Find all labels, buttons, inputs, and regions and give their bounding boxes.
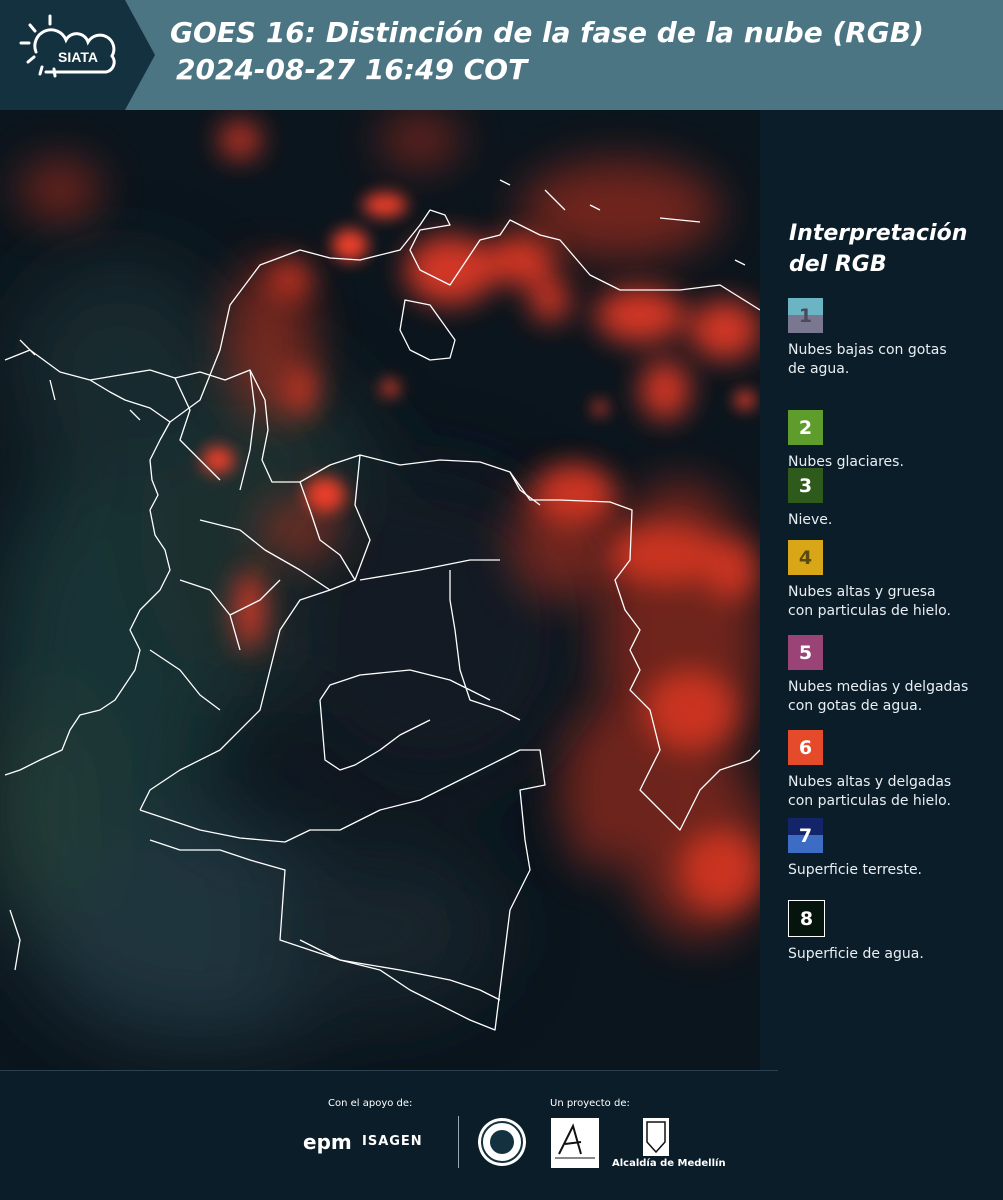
seal-logo [478, 1118, 526, 1166]
header: SIATA GOES 16: Distinción de la fase de … [0, 0, 1003, 110]
legend-item-3: 3 Nieve. [788, 468, 832, 530]
swatch-number: 7 [798, 824, 813, 847]
legend-item-8: 8 Superficie de agua. [788, 900, 924, 964]
legend-description-line: Nubes medias y delgadas [788, 679, 969, 695]
legend-description-line: Nubes altas y gruesa [788, 584, 936, 600]
epm-logo: epm [303, 1130, 352, 1154]
legend-description-line: Nubes bajas con gotas [788, 342, 947, 358]
legend-swatch-3: 3 [788, 468, 823, 503]
siata-logo-graphic: SIATA [0, 0, 155, 110]
footer: Con el apoyo de: Un proyecto de: epm ISA… [0, 1070, 1003, 1200]
siata-logo: SIATA [0, 0, 155, 110]
legend-swatch-8: 8 [788, 900, 825, 937]
legend-swatch-7: 7 [788, 818, 823, 853]
legend-item-5: 5 Nubes medias y delgadas con gotas de agu… [788, 635, 968, 716]
legend-description-line: de agua. [788, 361, 850, 377]
alcaldia-shield-graphic [646, 1121, 666, 1154]
legend-title-line-2: del RGB [789, 252, 887, 277]
legend-description-3: Nieve. [788, 511, 832, 530]
legend-description-8: Superficie de agua. [788, 945, 924, 964]
legend-title: Interpretación del RGB [789, 218, 967, 280]
legend-item-6: 6 Nubes altas y delgadas con particulas de… [788, 730, 951, 811]
seal-icon [481, 1121, 523, 1163]
legend-description-5: Nubes medias y delgadas con gotas de agua… [788, 678, 968, 716]
area-metropolitana-icon [555, 1123, 595, 1159]
legend-description-line: con particulas de hielo. [788, 603, 951, 619]
alcaldia-shield-icon [643, 1118, 669, 1156]
footer-divider [0, 1070, 778, 1071]
legend-item-2: 2 Nubes glaciares. [788, 410, 904, 472]
legend-description-line: Superficie de agua. [788, 946, 924, 962]
alcaldia-logo-text: Alcaldía de Medellín [612, 1158, 726, 1169]
legend-description-line: Superficie terreste. [788, 862, 923, 878]
legend-item-4: 4 Nubes altas y gruesa con particulas de h… [788, 540, 951, 621]
legend-swatch-4: 4 [788, 540, 823, 575]
footer-vertical-divider [458, 1116, 459, 1168]
siata-logo-text: SIATA [58, 49, 98, 65]
legend-description-6: Nubes altas y delgadas con particulas de … [788, 773, 951, 811]
legend-item-7: 7 Superficie terreste. [788, 818, 922, 880]
legend-description-line: Nieve. [788, 512, 833, 528]
map-graphic [0, 110, 760, 1070]
legend-description-line: con particulas de hielo. [788, 793, 951, 809]
legend-panel: Interpretación del RGB 1 Nubes bajas con … [760, 110, 1003, 1070]
legend-item-1: 1 Nubes bajas con gotas de agua. [788, 298, 947, 379]
page-title: GOES 16: Distinción de la fase de la nub… [170, 14, 924, 88]
legend-description-line: Nubes altas y delgadas [788, 774, 952, 790]
isagen-logo: ISAGEN [362, 1134, 423, 1149]
legend-swatch-1: 1 [788, 298, 823, 333]
swatch-number: 1 [798, 304, 813, 327]
legend-swatch-2: 2 [788, 410, 823, 445]
legend-description-line: con gotas de agua. [788, 698, 923, 714]
support-label: Con el apoyo de: [328, 1098, 413, 1109]
legend-description-1: Nubes bajas con gotas de agua. [788, 341, 947, 379]
project-label: Un proyecto de: [550, 1098, 630, 1109]
legend-swatch-5: 5 [788, 635, 823, 670]
title-line-1: GOES 16: Distinción de la fase de la nub… [170, 16, 924, 49]
legend-title-line-1: Interpretación [789, 221, 968, 246]
area-metropolitana-logo [551, 1118, 599, 1168]
legend-swatch-6: 6 [788, 730, 823, 765]
title-line-2: 2024-08-27 16:49 COT [176, 53, 528, 86]
legend-description-7: Superficie terreste. [788, 861, 922, 880]
satellite-map [0, 110, 760, 1070]
legend-description-4: Nubes altas y gruesa con particulas de hi… [788, 583, 951, 621]
